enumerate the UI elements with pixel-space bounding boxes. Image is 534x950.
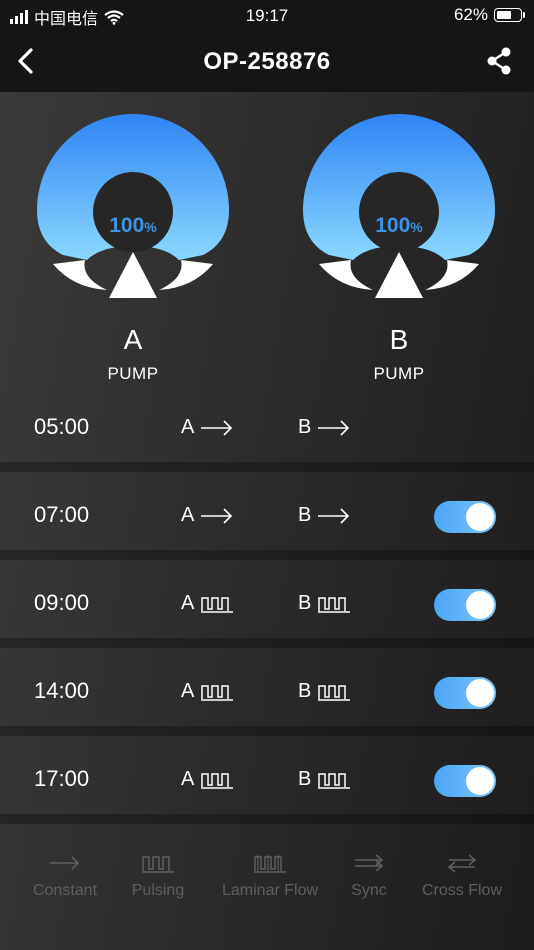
row-divider [0, 550, 534, 560]
pulse-wave-icon [318, 772, 351, 789]
toggle-knob [466, 679, 494, 707]
pump-a-mode: A [181, 504, 234, 527]
pump-mode-label: B [298, 680, 312, 702]
mode-constant-button[interactable]: Constant [28, 852, 102, 900]
mode-bar: Constant Pulsing Laminar Flow Sync Cross… [0, 840, 534, 930]
mode-icon [317, 594, 351, 614]
status-bar: 中国电信 19:17 62% [0, 0, 534, 30]
mode-icon [200, 770, 234, 790]
mode-icon [317, 418, 351, 438]
pulse-wave-icon [201, 596, 234, 613]
mode-icon [200, 506, 234, 526]
schedule-toggle[interactable] [434, 589, 496, 621]
mode-pulsing-button[interactable]: Pulsing [127, 852, 189, 900]
mode-sync-button[interactable]: Sync [344, 852, 394, 900]
pump-a-mode: A [181, 592, 234, 615]
cross-arrows-icon [447, 854, 477, 873]
laminar-wave-icon [254, 855, 286, 873]
pulse-wave-icon [318, 684, 351, 701]
pump-label: PUMP [373, 364, 425, 383]
pump-b[interactable]: 100% B PUMP [299, 112, 499, 384]
schedule-toggle[interactable] [434, 501, 496, 533]
pump-mode-label: A [181, 768, 195, 790]
schedule-time: 05:00 [34, 414, 90, 439]
arrow-right-icon [318, 507, 350, 524]
schedule-row[interactable]: 14:00 A B [0, 654, 534, 736]
pump-mode-label: A [181, 416, 195, 438]
schedule-time: 07:00 [34, 502, 90, 527]
mode-icon [317, 770, 351, 790]
share-icon [487, 47, 511, 75]
mode-label: Cross Flow [421, 882, 502, 899]
pulse-wave-icon [201, 684, 234, 701]
pulse-wave-icon [201, 772, 234, 789]
battery-percent: 62% [453, 5, 488, 24]
pump-mode-label: B [298, 592, 312, 614]
pump-mode-label: A [181, 504, 195, 526]
pump-gauge-icon [37, 114, 229, 298]
pump-a[interactable]: 100% A PUMP [33, 112, 233, 384]
pump-b-mode: B [298, 504, 351, 527]
pump-percent: 100% [109, 214, 157, 237]
pump-mode-label: B [298, 504, 312, 526]
schedule-time: 09:00 [34, 590, 90, 615]
mode-icon [317, 682, 351, 702]
schedule-toggle[interactable] [434, 765, 496, 797]
arrow-right-icon [201, 507, 233, 524]
main-content: 100% A PUMP 100% B PUMP 05:00 A B 07:00 A B 09… [0, 92, 534, 950]
row-divider [0, 814, 534, 824]
toggle-knob [466, 591, 494, 619]
pulse-wave-icon [142, 856, 174, 873]
row-divider [0, 638, 534, 648]
pump-mode-label: A [181, 592, 195, 614]
pump-a-mode: A [181, 680, 234, 703]
pump-b-mode: B [298, 416, 351, 439]
mode-icon [200, 594, 234, 614]
arrow-right-icon [201, 419, 233, 436]
mode-label: Sync [351, 882, 387, 899]
mode-cross-flow-button[interactable]: Cross Flow [414, 852, 510, 900]
arrow-right-icon [318, 419, 350, 436]
row-divider [0, 726, 534, 736]
pump-letter: A [123, 324, 143, 355]
mode-label: Pulsing [131, 882, 185, 899]
double-arrow-right-icon [355, 854, 384, 872]
schedule-row[interactable]: 09:00 A B [0, 566, 534, 648]
mode-label: Constant [32, 882, 98, 899]
pump-a-mode: A [181, 416, 234, 439]
mode-icon [317, 506, 351, 526]
schedule-row[interactable]: 05:00 A B [0, 390, 534, 472]
toggle-knob [466, 503, 494, 531]
pump-percent: 100% [375, 214, 423, 237]
pump-b-mode: B [298, 768, 351, 791]
schedule-row[interactable]: 07:00 A B [0, 478, 534, 560]
mode-laminar-flow-button[interactable]: Laminar Flow [214, 852, 326, 900]
pump-letter: B [389, 324, 409, 355]
page-title: OP-258876 [203, 48, 331, 75]
status-right: 62% [453, 5, 525, 25]
pump-b-mode: B [298, 680, 351, 703]
mode-label: Laminar Flow [221, 882, 319, 899]
pump-mode-label: B [298, 768, 312, 790]
pulse-wave-icon [318, 596, 351, 613]
share-button[interactable] [484, 44, 514, 78]
pump-mode-label: A [181, 680, 195, 702]
pump-gauge-icon [303, 114, 495, 298]
pump-mode-label: B [298, 416, 312, 438]
schedule-time: 17:00 [34, 766, 90, 791]
pump-a-mode: A [181, 768, 234, 791]
pump-label: PUMP [107, 364, 159, 383]
row-divider [0, 462, 534, 472]
schedule-toggle[interactable] [434, 677, 496, 709]
nav-bar: OP-258876 [0, 30, 534, 92]
arrow-right-icon [50, 856, 80, 870]
battery-icon [494, 8, 525, 22]
pump-b-mode: B [298, 592, 351, 615]
schedule-row[interactable]: 17:00 A B [0, 742, 534, 824]
toggle-knob [466, 767, 494, 795]
mode-icon [200, 418, 234, 438]
schedule-time: 14:00 [34, 678, 90, 703]
mode-icon [200, 682, 234, 702]
